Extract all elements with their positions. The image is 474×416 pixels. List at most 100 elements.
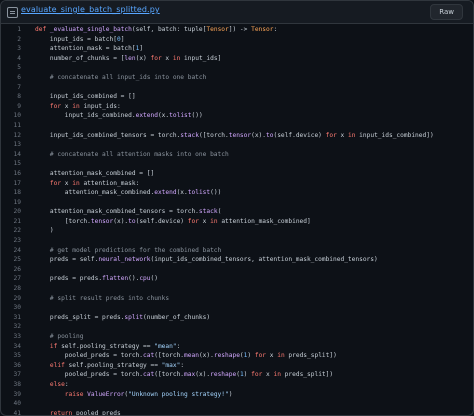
file-name-link[interactable]: evaluate_single_batch_splitted.py [21, 5, 160, 14]
code-line: 6 # concatenate all input_ids into one b… [1, 73, 473, 83]
line-content: attention_mask = batch[1] [35, 45, 144, 53]
line-content: preds = self.neural_network(input_ids_co… [35, 256, 378, 264]
line-content: # split result preds into chunks [35, 294, 170, 302]
line-number: 21 [13, 217, 21, 225]
line-content: preds_split = preds.split(number_of_chun… [35, 313, 211, 321]
line-content: attention_mask_combined = [] [35, 169, 155, 177]
line-number: 23 [13, 237, 21, 245]
line-content: number_of_chunks = [len(x) for x in inpu… [35, 54, 222, 62]
code-line: 17 for x in attention_mask: [1, 179, 473, 189]
code-line: 37 pooled_preds = torch.cat([torch.max(x… [1, 370, 473, 380]
line-number: 22 [13, 227, 21, 235]
line-content: attention_mask_combined_tensors = torch.… [35, 208, 222, 216]
line-number: 41 [13, 409, 21, 416]
line-number: 15 [13, 160, 21, 168]
code-line: 10 input_ids_combined.extend(x.tolist()) [1, 111, 473, 121]
code-line: 32 [1, 322, 473, 332]
line-number: 14 [13, 150, 21, 158]
line-content: preds = preds.flatten().cpu() [35, 275, 158, 283]
line-number: 8 [17, 93, 21, 101]
line-number: 6 [17, 73, 21, 81]
line-number: 18 [13, 189, 21, 197]
line-content: pooled_preds = torch.cat([torch.max(x).r… [35, 371, 334, 379]
code-line: 14 # concatenate all attention masks int… [1, 150, 473, 160]
line-content: input_ids_combined = [] [35, 93, 136, 101]
code-line: 7 [1, 83, 473, 93]
line-content: for x in attention_mask: [35, 179, 140, 187]
line-content: input_ids_combined.extend(x.tolist()) [35, 112, 203, 120]
line-number: 26 [13, 265, 21, 273]
code-line: 26 [1, 265, 473, 275]
code-line: 1 def _evaluate_single_batch(self, batch:… [1, 25, 473, 35]
code-line: 39 raise ValueError("Unknown pooling str… [1, 390, 473, 400]
line-number: 29 [13, 294, 21, 302]
code-line: 5 [1, 63, 473, 73]
code-line: 8 input_ids_combined = [] [1, 92, 473, 102]
code-line: 35 pooled_preds = torch.cat([torch.mean(… [1, 351, 473, 361]
line-number: 28 [13, 285, 21, 293]
code-line: 38 else: [1, 380, 473, 390]
code-line: 23 [1, 236, 473, 246]
code-line: 4 number_of_chunks = [len(x) for x in in… [1, 54, 473, 64]
code-line: 19 [1, 198, 473, 208]
code-line: 2 input_ids = batch[0] [1, 35, 473, 45]
line-content: # concatenate all attention masks into o… [35, 150, 229, 158]
code-line: 36 elif self.pooling_strategy == "max": [1, 361, 473, 371]
code-line: 11 [1, 121, 473, 131]
line-number: 2 [17, 35, 21, 43]
line-number: 20 [13, 208, 21, 216]
line-number: 7 [17, 83, 21, 91]
line-content: input_ids = batch[0] [35, 35, 125, 43]
line-number: 12 [13, 131, 21, 139]
line-number: 30 [13, 304, 21, 312]
line-number: 13 [13, 141, 21, 149]
line-number: 4 [17, 54, 21, 62]
line-content: [torch.tensor(x).to(self.device) for x i… [35, 217, 311, 225]
code-line: 29 # split result preds into chunks [1, 294, 473, 304]
line-content: ) [35, 227, 54, 235]
code-line: 15 [1, 159, 473, 169]
line-number: 5 [17, 64, 21, 72]
line-content: else: [35, 380, 69, 388]
code-line: 30 [1, 303, 473, 313]
code-line: 12 input_ids_combined_tensors = torch.st… [1, 131, 473, 141]
line-number: 40 [13, 400, 21, 408]
line-content: if self.pooling_strategy == "mean": [35, 342, 181, 350]
code-line: 41 return pooled_preds [1, 409, 473, 416]
code-viewer: evaluate_single_batch_splitted.py Raw 1 d… [0, 0, 474, 416]
file-header: evaluate_single_batch_splitted.py Raw [1, 1, 473, 24]
code-line: 33 # pooling [1, 332, 473, 342]
line-number: 10 [13, 112, 21, 120]
line-content: # pooling [35, 333, 84, 340]
line-content: for x in input_ids: [35, 102, 121, 110]
raw-button[interactable]: Raw [430, 4, 463, 20]
line-number: 19 [13, 198, 21, 206]
line-content: input_ids_combined_tensors = torch.stack… [35, 131, 434, 139]
line-number: 34 [13, 342, 21, 350]
line-number: 31 [13, 313, 21, 321]
line-content: raise ValueError("Unknown pooling strate… [35, 390, 233, 398]
line-number: 36 [13, 361, 21, 369]
code-line: 3 attention_mask = batch[1] [1, 44, 473, 54]
line-number: 27 [13, 275, 21, 283]
code-line: 22 ) [1, 226, 473, 236]
line-content: pooled_preds = torch.cat([torch.mean(x).… [35, 352, 337, 360]
code-line: 13 [1, 140, 473, 150]
code-block: 1 def _evaluate_single_batch(self, batch:… [1, 25, 473, 415]
code-line: 9 for x in input_ids: [1, 102, 473, 112]
line-content: elif self.pooling_strategy == "max": [35, 361, 185, 369]
code-line: 25 preds = self.neural_network(input_ids… [1, 255, 473, 265]
code-line: 16 attention_mask_combined = [] [1, 169, 473, 179]
line-number: 33 [13, 333, 21, 340]
code-line: 40 [1, 399, 473, 409]
code-line: 27 preds = preds.flatten().cpu() [1, 274, 473, 284]
code-line: 34 if self.pooling_strategy == "mean": [1, 342, 473, 352]
code-line: 21 [torch.tensor(x).to(self.device) for … [1, 217, 473, 227]
code-line: 24 # get model predictions for the combi… [1, 246, 473, 256]
line-content: return pooled_preds [35, 409, 121, 416]
line-number: 1 [17, 26, 21, 33]
code-line: 18 attention_mask_combined.extend(x.toli… [1, 188, 473, 198]
line-number: 32 [13, 323, 21, 331]
line-content: def _evaluate_single_batch(self, batch: … [35, 26, 278, 33]
line-number: 38 [13, 380, 21, 388]
